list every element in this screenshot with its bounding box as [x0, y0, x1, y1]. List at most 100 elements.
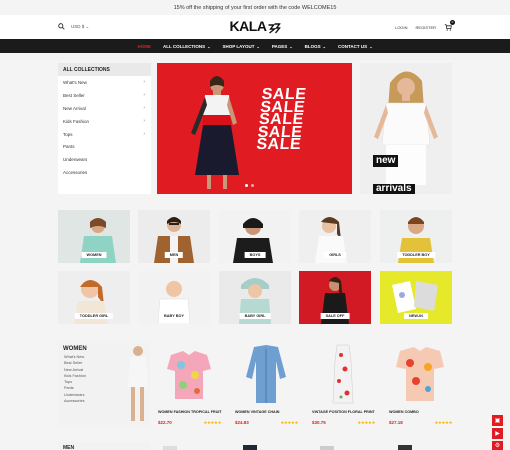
product-list: WOMEN FASHION TROPICAL FRUIT $22.70 ★★★★… — [153, 341, 455, 427]
product-price: $22.70 — [158, 420, 172, 425]
promo-bar: 15% off the shipping of your first order… — [0, 0, 510, 15]
product-name[interactable]: WOMEN FASHION TROPICAL FRUIT — [158, 410, 222, 414]
chevron-right-icon: › — [143, 79, 145, 86]
category-label: NEW-IN — [404, 313, 428, 319]
site-header: USD $ ⌄ KALA LOGIN REGISTER 0 — [0, 15, 510, 39]
women-link[interactable]: New Arrival — [64, 367, 86, 373]
sidebar-item-label: Accessories — [63, 170, 88, 176]
women-link[interactable]: Accessories — [64, 398, 86, 404]
hero-slider[interactable]: SALE SALE SALE SALE SALE — [157, 63, 352, 194]
women-links: What's New Best Seller New Arrival Kids … — [64, 354, 86, 404]
chevron-right-icon: › — [143, 105, 145, 112]
product-name[interactable]: WOMEN COMBO — [389, 410, 419, 414]
sidebar-item-label: Best Seller — [63, 92, 85, 98]
category-men[interactable]: MEN — [138, 210, 210, 263]
category-baby-girl[interactable]: BABY GIRL — [219, 271, 291, 324]
login-link[interactable]: LOGIN — [395, 25, 407, 30]
product-price: $24.83 — [235, 420, 249, 425]
banner-text-new: new — [373, 155, 399, 167]
nav-all-collections[interactable]: ALL COLLECTIONS ⌄ — [157, 44, 217, 49]
nav-label: HOME — [137, 43, 151, 49]
promo-text: 15% off the shipping of your first order… — [173, 4, 337, 11]
collections-sidebar: ALL COLLECTIONS What's New › Best Seller ›… — [58, 63, 151, 194]
product-price: $27.18 — [389, 420, 403, 425]
category-sale-off[interactable]: SALE OFF — [299, 271, 371, 324]
sidebar-item-kids-fashion[interactable]: Kids Fashion › — [58, 115, 151, 128]
logo-mark-icon — [267, 21, 281, 34]
chevron-down-icon: ⌄ — [322, 43, 327, 49]
section-title: WOMEN — [63, 346, 87, 352]
chevron-right-icon: › — [143, 118, 145, 125]
product-name[interactable]: VINTAGE POSITION FLORAL PRINT — [312, 410, 375, 414]
sidebar-item-accessories[interactable]: Accessories — [58, 166, 151, 179]
women-section-banner[interactable]: WOMEN What's New Best Seller New Arrival… — [58, 341, 150, 427]
nav-label: PAGES — [271, 43, 288, 49]
sidebar-item-underwears[interactable]: Underwears — [58, 153, 151, 166]
slider-dots — [245, 184, 254, 187]
nav-label: CONTACT US — [338, 43, 368, 49]
product-image — [167, 351, 211, 399]
sidebar-item-label: Underwears — [63, 157, 88, 163]
chevron-down-icon: ⌄ — [207, 43, 211, 49]
banner-model-image — [374, 71, 438, 185]
chevron-down-icon: ⌄ — [256, 43, 260, 49]
sidebar-item-label: Tops — [63, 131, 73, 137]
sidebar-item-tops[interactable]: Tops › — [58, 128, 151, 141]
nav-contact-us[interactable]: CONTACT US ⌄ — [332, 44, 379, 49]
product-price: $30.75 — [312, 420, 326, 425]
category-label: WOMEN — [81, 252, 107, 258]
floating-cart-button[interactable]: ▣ — [492, 415, 503, 426]
nav-label: ALL COLLECTIONS — [162, 43, 206, 49]
category-new-in[interactable]: NEW-IN — [380, 271, 452, 324]
search-icon[interactable] — [58, 23, 65, 31]
nav-pages[interactable]: PAGES ⌄ — [266, 44, 299, 49]
category-label: TODDLER BOY — [397, 252, 435, 258]
category-toddler-boy[interactable]: TODDLER BOY — [380, 210, 452, 263]
floating-settings-button[interactable]: ⚙ — [492, 441, 503, 450]
new-arrivals-banner[interactable]: new arrivals — [360, 63, 452, 194]
category-girls[interactable]: GIRLS — [299, 210, 371, 263]
currency-selector[interactable]: USD $ ⌄ — [71, 24, 89, 30]
product-card[interactable]: WOMEN COMBO $27.18 ★★★★★ — [384, 341, 456, 427]
product-card[interactable]: WOMEN FASHION TROPICAL FRUIT $22.70 ★★★★… — [153, 341, 225, 427]
slider-dot[interactable] — [251, 184, 254, 187]
rating-stars: ★★★★★ — [357, 420, 375, 425]
chevron-right-icon: › — [143, 92, 145, 99]
category-toddler-girl[interactable]: TODDLER GIRL — [58, 271, 130, 324]
hero-sale-text: SALE SALE SALE SALE SALE — [256, 86, 308, 153]
floating-play-button[interactable]: ▶ — [492, 428, 503, 439]
category-label: TODDLER GIRL — [74, 313, 114, 319]
rating-stars: ★★★★★ — [280, 420, 298, 425]
logo-text: KALA — [229, 18, 267, 34]
product-card[interactable]: VINTAGE POSITION FLORAL PRINT $30.75 ★★★… — [307, 341, 379, 427]
nav-blogs[interactable]: BLOGS ⌄ — [299, 44, 332, 49]
main-nav: HOME ALL COLLECTIONS ⌄ SHOP LAYOUT ⌄ PAGES… — [0, 39, 510, 53]
category-baby-boy[interactable]: BABY BOY — [138, 271, 210, 324]
nav-shop-layout[interactable]: SHOP LAYOUT ⌄ — [216, 44, 265, 49]
slider-dot[interactable] — [245, 184, 248, 187]
sidebar-item-pants[interactable]: Pants — [58, 140, 151, 153]
gear-icon: ⚙ — [494, 443, 501, 449]
nav-home[interactable]: HOME — [131, 44, 157, 49]
category-boys[interactable]: BOYS — [219, 210, 291, 263]
register-link[interactable]: REGISTER — [416, 25, 436, 30]
category-women[interactable]: WOMEN — [58, 210, 130, 263]
chevron-down-icon: ⌄ — [369, 43, 373, 49]
nav-label: BLOGS — [304, 43, 321, 49]
product-name[interactable]: WOMEN VINTAGE CHAIN — [235, 410, 279, 414]
chevron-down-icon: ⌄ — [289, 43, 293, 49]
cart-count-badge: 0 — [450, 19, 455, 25]
product-image — [246, 345, 286, 403]
bag-icon: ▣ — [494, 418, 501, 424]
category-label: MEN — [164, 252, 184, 258]
sidebar-item-label: What's New — [63, 79, 87, 85]
sidebar-item-new-arrival[interactable]: New Arrival › — [58, 102, 151, 115]
site-logo[interactable]: KALA — [230, 18, 281, 34]
category-label: BABY GIRL — [239, 313, 271, 319]
cart-icon[interactable]: 0 — [444, 19, 455, 32]
hero-model-image — [191, 76, 239, 189]
product-card[interactable]: WOMEN VINTAGE CHAIN $24.83 ★★★★★ — [230, 341, 302, 427]
sidebar-item-whats-new[interactable]: What's New › — [58, 76, 151, 89]
currency-label: USD $ — [71, 24, 85, 29]
sidebar-item-best-seller[interactable]: Best Seller › — [58, 89, 151, 102]
